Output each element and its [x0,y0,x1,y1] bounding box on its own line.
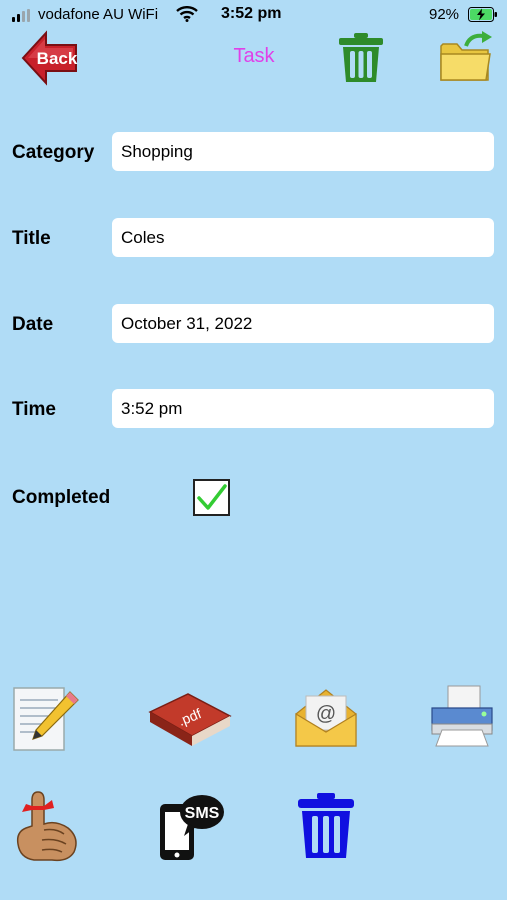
wifi-icon [176,6,198,22]
reminder-finger-icon [16,791,77,862]
time-field[interactable] [112,389,494,428]
sms-button[interactable]: SMS [158,792,226,862]
page-title: Task [233,45,275,67]
category-field[interactable] [112,132,494,171]
open-button[interactable] [438,30,494,84]
time-label: Time [12,399,57,420]
completed-checkbox[interactable] [193,479,230,516]
back-arrow-icon: Back [21,30,78,86]
back-button[interactable]: Back [20,28,80,88]
cell-signal-icon [12,9,34,22]
print-button[interactable] [428,684,496,748]
delete-task-button[interactable] [296,792,356,860]
battery-charging-icon [468,7,497,22]
trash-icon [298,793,354,858]
delete-button[interactable] [336,32,386,84]
svg-text:SMS: SMS [185,805,220,822]
back-label: Back [37,49,78,68]
date-label: Date [12,314,54,335]
reminder-button[interactable] [12,790,82,862]
checkmark-icon [197,484,227,510]
svg-text:@: @ [316,703,336,725]
completed-label: Completed [12,487,111,508]
notepad-pencil-icon [13,687,79,751]
pdf-book-icon: .pdf [148,693,232,746]
email-envelope-icon: @ [295,689,357,747]
trash-icon [339,33,383,82]
notes-button[interactable] [12,686,80,752]
category-label: Category [12,142,95,163]
sms-phone-icon: SMS [160,795,224,860]
battery-percent: 92% [429,6,460,23]
pdf-button[interactable]: .pdf [148,690,232,748]
title-label: Title [12,228,51,249]
title-field[interactable] [112,218,494,257]
status-bar: vodafone AU WiFi 3:52 pm 92% [0,0,507,30]
folder-open-icon [440,31,492,81]
carrier-name: vodafone AU WiFi [38,6,159,23]
date-field[interactable] [112,304,494,343]
email-button[interactable]: @ [294,688,358,748]
printer-icon [431,685,493,747]
clock: 3:52 pm [221,5,282,22]
